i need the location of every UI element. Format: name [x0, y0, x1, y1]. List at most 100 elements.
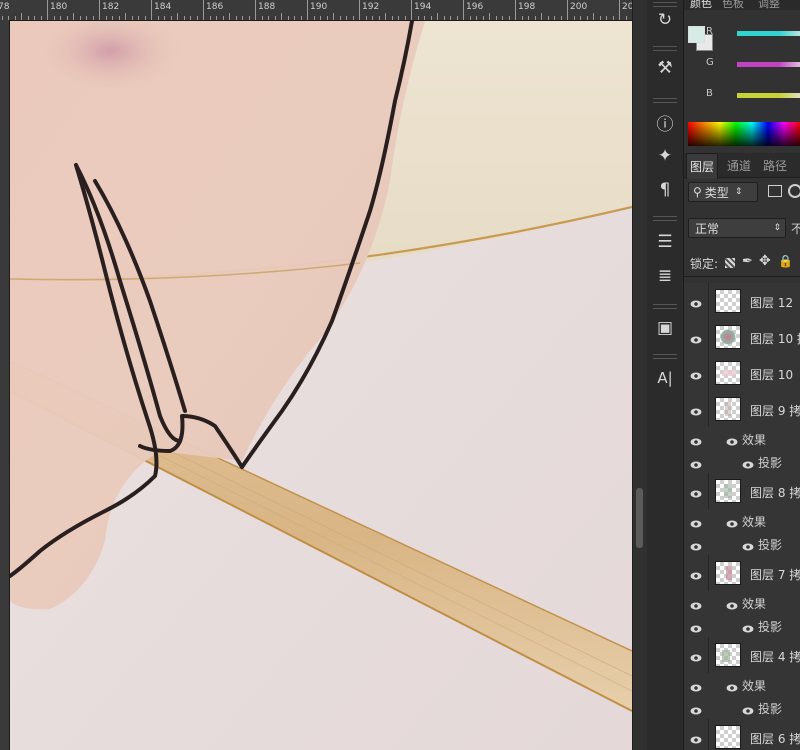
eye-icon[interactable] [690, 620, 702, 633]
eye-icon[interactable] [690, 731, 702, 744]
layer-row[interactable]: 图层 9 拷贝 [684, 391, 800, 428]
layer-name[interactable]: 图层 10 [750, 366, 793, 383]
ruler-minor-tick [27, 16, 29, 20]
character-style-icon[interactable]: ✦ [653, 144, 677, 168]
drop-shadow-row[interactable]: 投影 [684, 614, 800, 638]
layer-name[interactable]: 图层 8 拷贝 [750, 484, 800, 501]
layer-thumbnail[interactable] [715, 725, 741, 749]
eye-icon[interactable] [690, 597, 702, 610]
layer-row[interactable]: 图层 6 拷贝 [684, 719, 800, 750]
drop-shadow-row[interactable]: 投影 [684, 450, 800, 474]
lock-image-pixels-icon[interactable]: ✒ [742, 254, 753, 269]
tab-swatches[interactable]: 色板 [722, 0, 744, 10]
tab-adjustments[interactable]: 调整 [758, 0, 780, 10]
eye-icon[interactable] [690, 649, 702, 662]
color-spectrum[interactable] [688, 122, 800, 146]
panel-group-grip[interactable] [653, 354, 677, 359]
brush-presets-icon[interactable]: ⚒ [653, 56, 677, 80]
ruler-minor-tick [222, 16, 224, 20]
red-slider-track[interactable] [737, 31, 800, 36]
lock-position-icon[interactable]: ✥ [759, 253, 771, 269]
image-filter-icon[interactable] [768, 185, 782, 197]
paragraph-icon[interactable]: ¶ [653, 178, 677, 202]
artboard-icon[interactable]: ▣ [653, 316, 677, 340]
top-ruler[interactable]: 781801821841861881901921941961982002022 [0, 0, 632, 21]
lock-all-icon[interactable]: 🔒 [778, 254, 793, 268]
layer-thumbnail[interactable] [715, 561, 741, 585]
drop-shadow-eye-icon[interactable] [742, 456, 754, 469]
layer-row[interactable]: 图层 8 拷贝 [684, 473, 800, 510]
layer-thumbnail[interactable] [715, 361, 741, 385]
adjustment-filter-icon[interactable] [788, 184, 800, 198]
effects-eye-icon[interactable] [726, 433, 738, 446]
eye-icon[interactable] [690, 295, 702, 308]
layer-thumbnail[interactable] [715, 325, 741, 349]
eye-icon[interactable] [690, 485, 702, 498]
green-slider-track[interactable] [737, 62, 800, 67]
tab-color[interactable]: 颜色 [690, 0, 712, 10]
drop-shadow-eye-icon[interactable] [742, 620, 754, 633]
layer-row[interactable]: 图层 12 [684, 283, 800, 320]
layer-row[interactable]: 图层 4 拷贝 [684, 637, 800, 674]
layer-thumbnail[interactable] [715, 289, 741, 313]
drop-shadow-row[interactable]: 投影 [684, 696, 800, 720]
drop-shadow-eye-icon[interactable] [742, 538, 754, 551]
layer-effects-row[interactable]: 效果 [684, 509, 800, 533]
layer-name[interactable]: 图层 12 [750, 294, 793, 311]
document-canvas[interactable] [10, 21, 632, 750]
eye-icon[interactable] [690, 331, 702, 344]
layer-row[interactable]: 图层 7 拷贝 [684, 555, 800, 592]
tab-channels[interactable]: 通道 [724, 157, 754, 174]
effects-eye-icon[interactable] [726, 515, 738, 528]
layer-row[interactable]: 图层 10 [684, 355, 800, 392]
layer-thumbnail[interactable] [715, 643, 741, 667]
scrollbar-thumb[interactable] [636, 488, 643, 548]
drop-shadow-row[interactable]: 投影 [684, 532, 800, 556]
layer-effects-row[interactable]: 效果 [684, 673, 800, 697]
layer-name[interactable]: 图层 10 拷 [750, 330, 800, 347]
eye-icon[interactable] [690, 679, 702, 692]
eye-icon[interactable] [690, 456, 702, 469]
layer-name[interactable]: 图层 7 拷贝 [750, 566, 800, 583]
info-icon[interactable]: ⓘ [653, 110, 677, 135]
layer-effects-row[interactable]: 效果 [684, 591, 800, 615]
panel-group-grip[interactable] [653, 98, 677, 103]
canvas-vertical-scrollbar[interactable] [632, 0, 647, 750]
tab-layers[interactable]: 图层 [686, 153, 719, 179]
character-icon[interactable]: A| [653, 366, 677, 390]
effects-eye-icon[interactable] [726, 597, 738, 610]
adjustments-icon[interactable]: ☰ [653, 230, 677, 254]
panel-group-grip[interactable] [653, 2, 677, 7]
layer-name[interactable]: 图层 4 拷贝 [750, 648, 800, 665]
panel-group-grip[interactable] [653, 304, 677, 309]
left-ruler[interactable] [0, 20, 10, 750]
eye-icon[interactable] [690, 433, 702, 446]
layer-thumbnail[interactable] [715, 397, 741, 421]
panel-group-grip[interactable] [653, 46, 677, 51]
lock-transparent-pixels-icon[interactable] [725, 258, 735, 268]
eye-icon[interactable] [690, 403, 702, 416]
layer-effects-row[interactable]: 效果 [684, 427, 800, 451]
eye-icon[interactable] [690, 367, 702, 380]
eye-icon[interactable] [690, 515, 702, 528]
drop-shadow-eye-icon[interactable] [742, 702, 754, 715]
notes-icon[interactable]: ≣ [653, 264, 677, 288]
layer-thumbnail[interactable] [715, 479, 741, 503]
eye-icon[interactable] [690, 567, 702, 580]
eye-icon[interactable] [690, 702, 702, 715]
eye-icon[interactable] [690, 538, 702, 551]
history-icon[interactable]: ↻ [653, 8, 677, 32]
blue-slider[interactable]: B [704, 88, 800, 102]
tab-paths[interactable]: 路径 [760, 157, 790, 174]
layer-name[interactable]: 图层 6 拷贝 [750, 730, 800, 747]
red-slider[interactable]: R [704, 26, 800, 40]
green-slider[interactable]: G [704, 57, 800, 71]
layer-name[interactable]: 图层 9 拷贝 [750, 402, 800, 419]
blue-slider-track[interactable] [737, 93, 800, 98]
blend-mode-dropdown[interactable]: 正常 ⇕ [688, 218, 786, 238]
effects-eye-icon[interactable] [726, 679, 738, 692]
layer-filter-dropdown[interactable]: ⚲ 类型 ⇕ [688, 182, 758, 202]
panel-group-grip[interactable] [653, 216, 677, 221]
layer-row[interactable]: 图层 10 拷 [684, 319, 800, 356]
foreground-color-swatch[interactable] [688, 26, 705, 43]
